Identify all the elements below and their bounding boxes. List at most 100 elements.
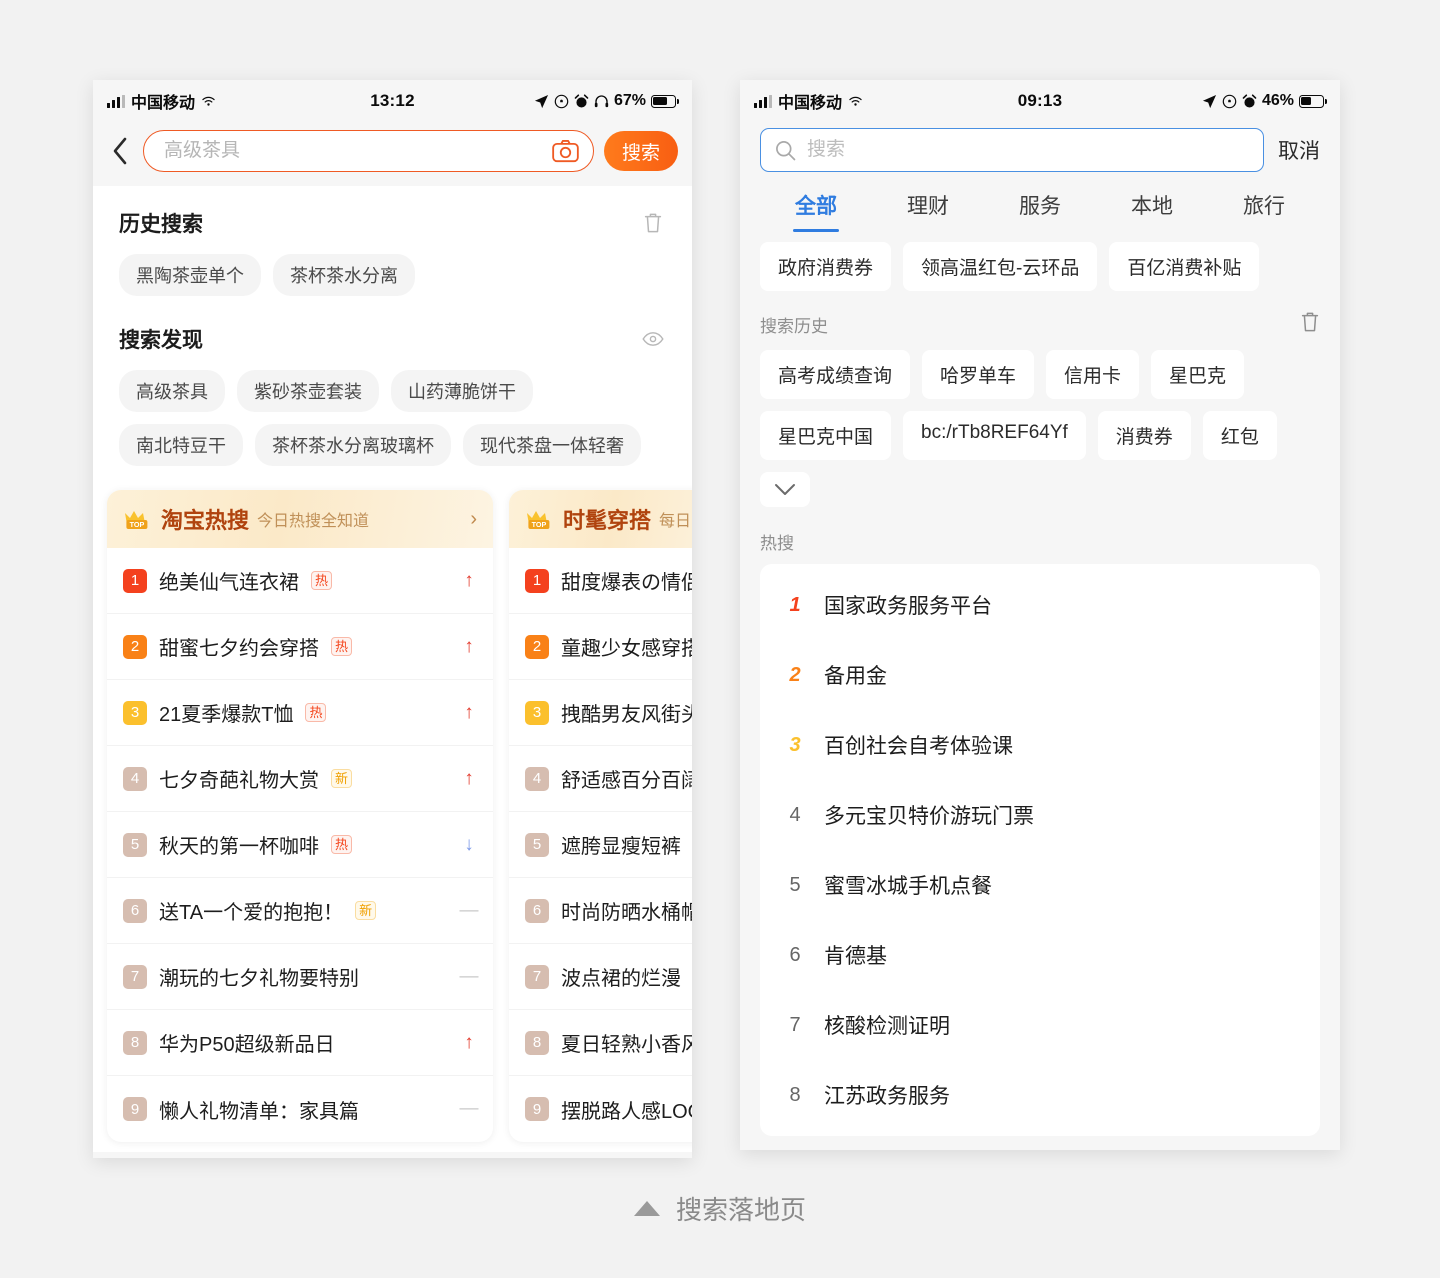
trend-down-icon: ↓ [464,833,474,855]
battery-icon [1299,94,1327,108]
promo-chip[interactable]: 百亿消费补贴 [1109,242,1260,291]
hot-search-row[interactable]: 7 波点裙的烂漫 [509,944,692,1010]
card-subtitle: 每日 [659,513,692,530]
rank-badge: 3 [123,700,147,725]
back-button[interactable] [107,136,133,166]
hot-search-label: 懒人礼物清单：家具篇 [159,1100,359,1123]
hot-search-label: 多元宝贝特价游玩门票 [824,805,1034,828]
discover-chip[interactable]: 紫砂茶壶套装 [237,370,379,412]
hot-search-row[interactable]: 1 国家政务服务平台 [760,570,1320,640]
hot-search-row[interactable]: 7 核酸检测证明 [760,990,1320,1060]
hot-search-row[interactable]: 3 百创社会自考体验课 [760,710,1320,780]
history-chip[interactable]: 哈罗单车 [922,350,1035,399]
history-chip[interactable]: 消费券 [1097,411,1191,460]
hot-search-row[interactable]: 4 七夕奇葩礼物大赏新 ↑ [107,746,493,812]
hot-search-row[interactable]: 5 遮胯显瘦短裤 [509,812,692,878]
tab-理财[interactable]: 理财 [872,190,984,232]
card-subtitle: 今日热搜全知道 [257,513,370,530]
hot-search-row[interactable]: 8 华为P50超级新品日 ↑ [107,1010,493,1076]
trend-up-icon: ↑ [464,767,474,789]
hot-search-row[interactable]: 1 绝美仙气连衣裙热 ↑ [107,548,493,614]
discover-chip[interactable]: 高级茶具 [119,370,225,412]
hot-search-row[interactable]: 5 蜜雪冰城手机点餐 [760,850,1320,920]
right-search-field-wrapper[interactable] [760,128,1264,172]
hot-search-label: 国家政务服务平台 [824,595,992,618]
rank-badge: 7 [525,964,549,989]
history-chip[interactable]: 高考成绩查询 [760,350,911,399]
hot-search-tag: 热 [305,703,327,722]
rank-badge: 2 [123,634,147,659]
rank-badge: 3 [525,700,549,725]
hot-search-row[interactable]: 6 肯德基 [760,920,1320,990]
rank-number: 5 [789,873,801,896]
tab-全部[interactable]: 全部 [760,190,872,232]
toggle-discover-button[interactable] [640,326,666,352]
history-chip[interactable]: 信用卡 [1046,350,1140,399]
hot-search-row[interactable]: 9 摆脱路人感LOO [509,1076,692,1142]
hot-search-row[interactable]: 6 时尚防晒水桶帽 [509,878,692,944]
history-chip[interactable]: 红包 [1202,411,1277,460]
hot-search-label: 备用金 [824,665,887,688]
hot-search-label: 肯德基 [824,945,887,968]
hot-search-row[interactable]: 2 甜蜜七夕约会穿搭热 ↑ [107,614,493,680]
category-tab-bar: 全部 理财 服务 本地 旅行 [760,190,1320,232]
hot-search-row[interactable]: 1 甜度爆表の情侣 [509,548,692,614]
hot-search-row[interactable]: 4 多元宝贝特价游玩门票 [760,780,1320,850]
hot-search-label: 舒适感百分百阔 [561,770,692,792]
hot-search-label: 甜蜜七夕约会穿搭 [159,638,319,660]
history-chip[interactable]: 茶杯茶水分离 [273,254,415,296]
discover-chip[interactable]: 山药薄脆饼干 [391,370,533,412]
clear-history-button[interactable] [1300,311,1320,338]
chevron-right-icon[interactable]: › [470,508,477,531]
expand-history-button[interactable] [760,472,810,507]
hot-search-row[interactable]: 8 夏日轻熟小香风 [509,1010,692,1076]
search-input[interactable] [162,139,552,163]
hot-search-tag: 热 [311,571,333,590]
history-chip[interactable]: 星巴克 [1151,350,1245,399]
hot-search-row[interactable]: 2 备用金 [760,640,1320,710]
hot-search-row[interactable]: 8 江苏政务服务 [760,1060,1320,1130]
card-title: 时髦穿搭 [563,508,652,533]
alarm-icon [574,93,589,107]
hot-search-tag: 热 [331,835,353,854]
discover-chip[interactable]: 南北特豆干 [119,424,243,466]
card-header[interactable]: TOP 淘宝热搜 今日热搜全知道 › [107,490,493,548]
search-button[interactable]: 搜索 [603,131,678,171]
clear-history-button[interactable] [640,210,666,236]
history-title: 历史搜索 [119,213,203,236]
card-header[interactable]: TOP 时髦穿搭 每日 [509,490,692,548]
hot-search-row[interactable]: 2 童趣少女感穿搭 [509,614,692,680]
hot-search-row[interactable]: 5 秋天的第一杯咖啡热 ↓ [107,812,493,878]
promo-chip[interactable]: 领高温红包-云环品 [903,242,1098,291]
hot-search-label: 夏日轻熟小香风 [561,1034,692,1056]
hot-search-label: 童趣少女感穿搭 [561,638,692,660]
promo-chip[interactable]: 政府消费券 [760,242,892,291]
rank-badge: 8 [525,1030,549,1055]
tab-服务[interactable]: 服务 [984,190,1096,232]
rank-badge: 4 [525,766,549,791]
rotation-lock-icon [1222,94,1237,108]
chevron-down-icon [775,484,795,495]
cancel-button[interactable]: 取消 [1278,135,1320,165]
search-input[interactable] [805,138,1249,162]
left-search-field-wrapper[interactable] [143,130,594,172]
hot-search-row[interactable]: 3 拽酷男友风街头 [509,680,692,746]
discover-chip[interactable]: 茶杯茶水分离玻璃杯 [255,424,451,466]
trend-flat-icon: — [459,1098,479,1119]
hot-search-row[interactable]: 7 潮玩的七夕礼物要特别 — [107,944,493,1010]
history-chip[interactable]: 黑陶茶壶单个 [119,254,261,296]
rank-number: 7 [789,1013,801,1036]
camera-icon[interactable] [552,139,579,163]
hot-search-row[interactable]: 6 送TA一个爱的抱抱！ 新 — [107,878,493,944]
hot-search-row[interactable]: 3 21夏季爆款T恤热 ↑ [107,680,493,746]
history-chip[interactable]: 星巴克中国 [760,411,892,460]
hot-search-label: 送TA一个爱的抱抱！ [159,902,344,924]
tab-本地[interactable]: 本地 [1096,190,1208,232]
history-chip[interactable]: bc:/rTb8REF64Yf [903,411,1086,460]
hot-search-row[interactable]: 9 懒人礼物清单：家具篇 — [107,1076,493,1142]
hot-search-row[interactable]: 4 舒适感百分百阔 [509,746,692,812]
discover-chip[interactable]: 现代茶盘一体轻奢 [463,424,641,466]
rank-badge: 1 [123,568,147,593]
tab-旅行[interactable]: 旅行 [1208,190,1320,232]
rank-badge: 5 [123,832,147,857]
